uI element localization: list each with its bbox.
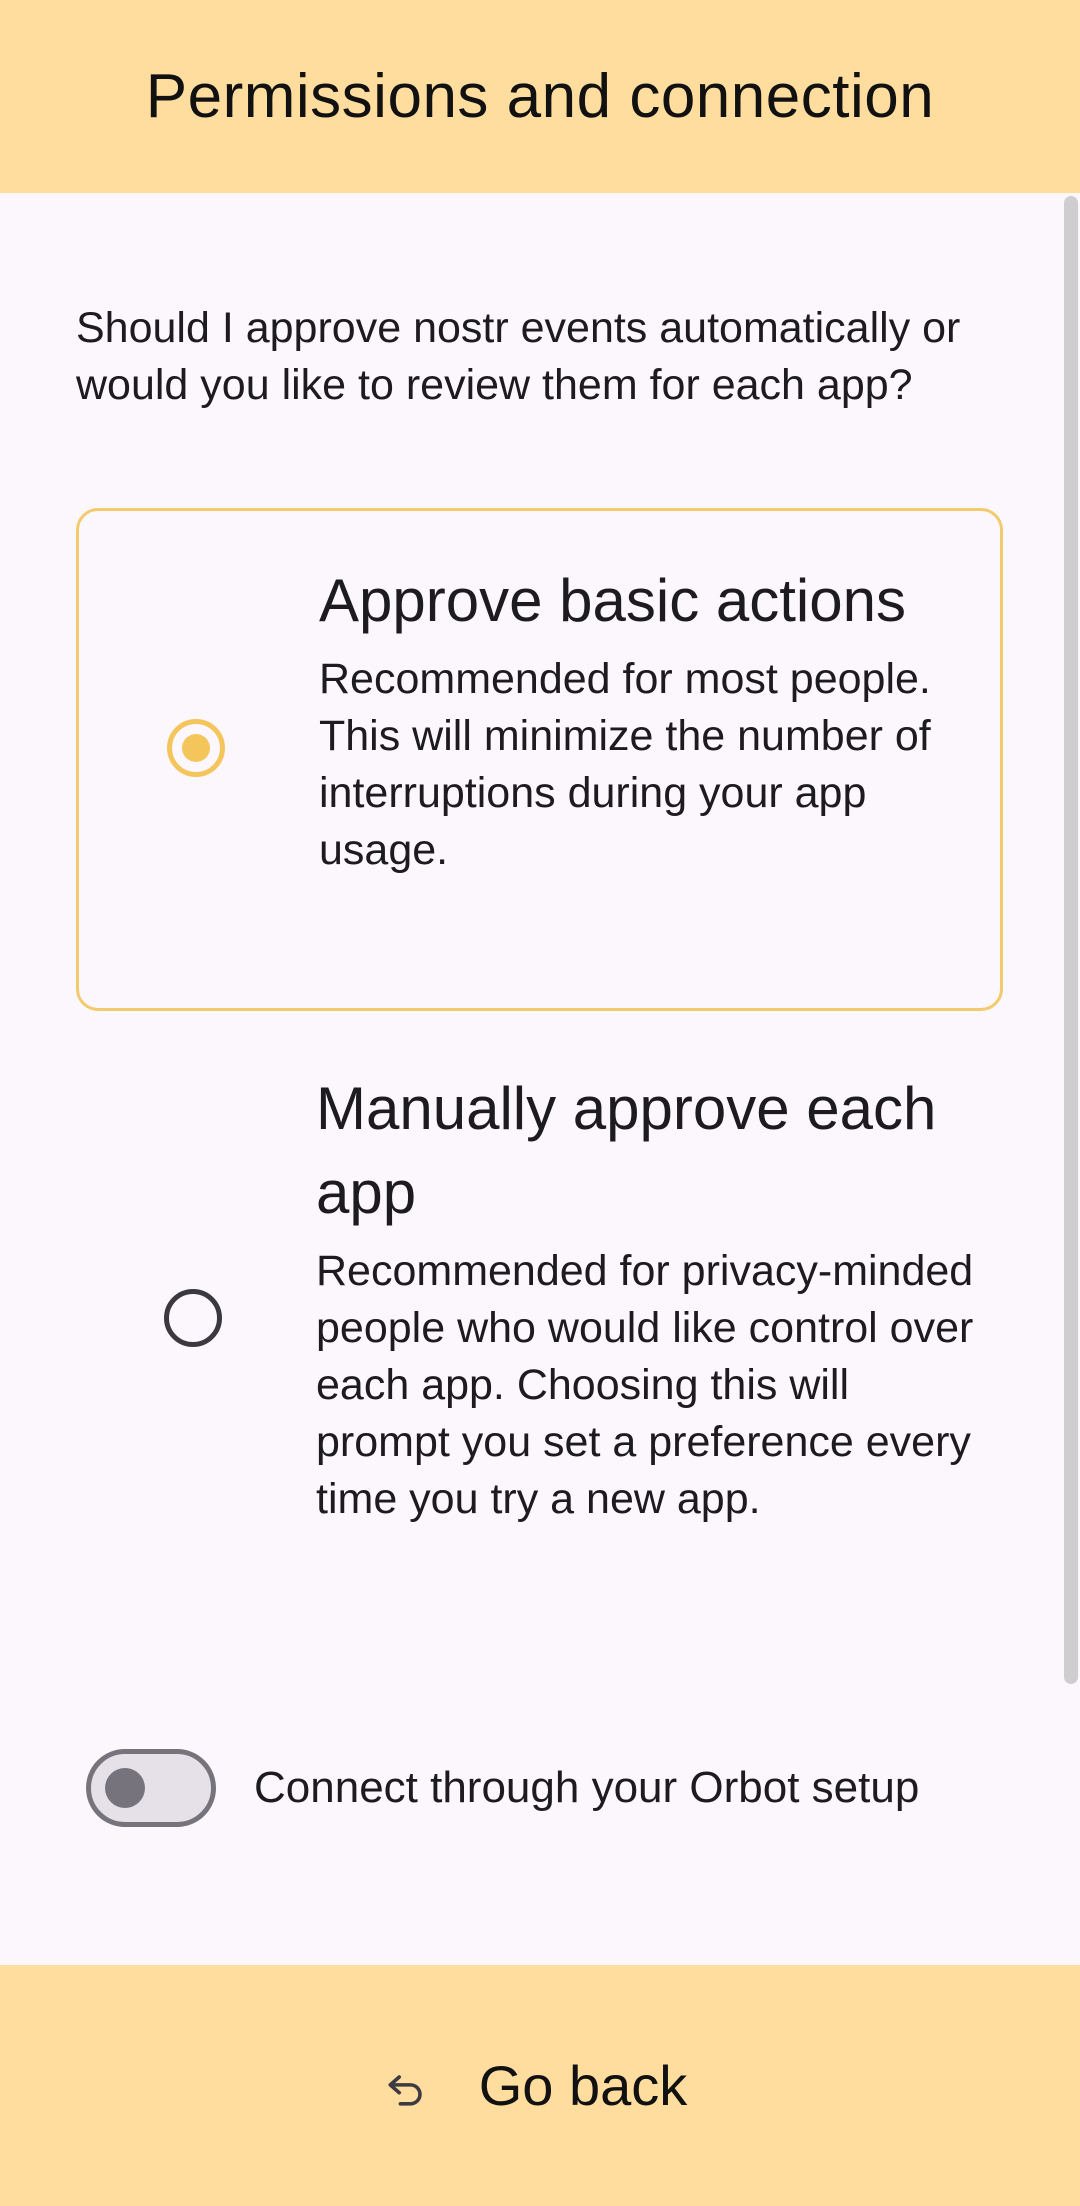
top-app-bar: Permissions and connection <box>0 0 1080 193</box>
option-approve-basic-actions[interactable]: Approve basic actions Recommended for mo… <box>76 508 1003 1011</box>
orbot-toggle-switch[interactable] <box>86 1749 216 1827</box>
go-back-label: Go back <box>478 2054 688 2117</box>
orbot-setting-row[interactable]: Connect through your Orbot setup <box>86 1749 919 1827</box>
option-text: Approve basic actions Recommended for mo… <box>319 559 979 879</box>
bottom-bar: Go back <box>0 1965 1080 2206</box>
option-description: Recommended for most people. This will m… <box>319 655 931 874</box>
page-title: Permissions and connection <box>145 62 935 131</box>
radio-button-selected[interactable] <box>167 719 225 777</box>
undo-icon <box>388 2074 422 2106</box>
option-manually-approve-each-app[interactable]: Manually approve each app Recommended fo… <box>76 1032 1003 1602</box>
question-block: Should I approve nostr events automatica… <box>76 300 1006 414</box>
scrollbar[interactable] <box>1064 196 1078 1684</box>
option-title: Manually approve each app <box>316 1075 937 1226</box>
option-text: Manually approve each app Recommended fo… <box>316 1067 976 1528</box>
option-title: Approve basic actions <box>319 567 906 634</box>
orbot-label: Connect through your Orbot setup <box>254 1763 920 1812</box>
switch-thumb <box>105 1768 145 1808</box>
option-description: Recommended for privacy-minded people wh… <box>316 1247 974 1523</box>
go-back-button[interactable]: Go back <box>0 1965 1080 2206</box>
radio-button-unselected[interactable] <box>164 1289 222 1347</box>
question-text: Should I approve nostr events automatica… <box>76 304 961 409</box>
permissions-screen: Permissions and connection Should I appr… <box>0 0 1080 2206</box>
go-back-content: Go back <box>379 2053 688 2118</box>
